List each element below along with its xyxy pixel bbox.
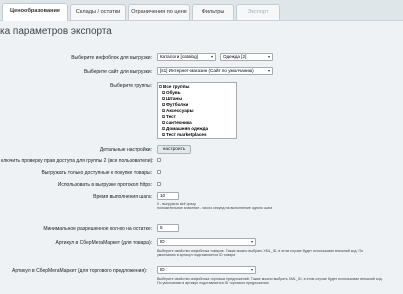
groups-tree[interactable]: Все группы +Обувь +Штаны +Футболки +Аксе… bbox=[157, 82, 237, 139]
article-product-value: ID bbox=[160, 239, 165, 244]
expand-icon[interactable]: + bbox=[162, 91, 165, 95]
expand-icon bbox=[159, 85, 162, 89]
step-time-note-2: положительное значение - число секунд на… bbox=[157, 206, 273, 210]
expand-icon[interactable]: + bbox=[162, 121, 165, 125]
only-available-checkbox[interactable] bbox=[157, 170, 161, 174]
min-stock-label: Минимальное разрешенное кол-во на остатк… bbox=[43, 226, 152, 232]
tab-export: Экспорт bbox=[236, 4, 280, 20]
access-check-label: ключить проверку прав доступа для группы… bbox=[1, 158, 154, 164]
expand-icon[interactable]: + bbox=[162, 115, 165, 119]
expand-icon[interactable]: + bbox=[162, 127, 165, 131]
tree-item[interactable]: +Штаны bbox=[162, 96, 182, 101]
tab-filters[interactable]: Фильтры bbox=[192, 4, 234, 20]
article-offer-select[interactable]: ID ▾ bbox=[157, 266, 256, 274]
site-label: Выберите сайт для выгрузки: bbox=[83, 69, 152, 75]
chevron-down-icon: ▾ bbox=[210, 54, 213, 59]
https-checkbox[interactable] bbox=[157, 182, 161, 186]
tree-item[interactable]: +Тест bbox=[162, 114, 176, 119]
site-value: [s1] Интернет-магазин (Сайт по умолчанию… bbox=[160, 68, 254, 73]
expand-icon[interactable]: + bbox=[162, 97, 165, 101]
configure-button[interactable]: настроить bbox=[157, 145, 191, 154]
page-title: ка параметров экспорта bbox=[0, 26, 112, 37]
article-offer-value: ID bbox=[160, 267, 165, 272]
https-label: Использовать в выгрузке протокол https: bbox=[57, 182, 152, 188]
iblock-type-value: Каталоги [catalog] bbox=[160, 54, 198, 59]
min-stock-input[interactable]: 5 bbox=[157, 224, 179, 232]
expand-icon[interactable]: + bbox=[162, 133, 165, 137]
article-offer-note-2: По умолчанию в артикул подставляется ID … bbox=[157, 281, 269, 285]
groups-label: Выберите группы: bbox=[110, 83, 152, 89]
tab-bar: Ценообразование Склады / остатки Огранич… bbox=[0, 0, 403, 21]
site-select[interactable]: [s1] Интернет-магазин (Сайт по умолчанию… bbox=[157, 67, 273, 75]
step-time-input[interactable]: 10 bbox=[157, 192, 179, 200]
only-available-label: Выгружать только доступные к покупке тов… bbox=[41, 170, 152, 176]
chevron-down-icon: ▾ bbox=[250, 267, 253, 272]
chevron-down-icon: ▾ bbox=[267, 68, 270, 73]
chevron-down-icon: ▾ bbox=[267, 54, 270, 59]
detail-settings-label: Детальные настройки: bbox=[99, 147, 152, 153]
chevron-down-icon: ▾ bbox=[250, 239, 253, 244]
iblock-value: Одежда [2] bbox=[223, 54, 247, 59]
iblock-type-select[interactable]: Каталоги [catalog] ▾ bbox=[157, 53, 216, 61]
tree-item[interactable]: +Футболки bbox=[162, 102, 188, 107]
article-product-note-2: умолчанию в артикул подставляется ID тов… bbox=[157, 253, 236, 257]
tab-warehouses[interactable]: Склады / остатки bbox=[70, 4, 126, 20]
tab-price-limits[interactable]: Ограничения по цене bbox=[128, 4, 190, 20]
article-product-label: Артикул в СберМегаМаркет (для товара): bbox=[55, 240, 152, 246]
tree-item[interactable]: +сантехника bbox=[162, 120, 192, 125]
tree-item[interactable]: +Обувь bbox=[162, 90, 181, 95]
step-time-label: Время выполнения шага: bbox=[93, 194, 152, 200]
iblock-label: Выберите инфоблок для выгрузки: bbox=[71, 55, 152, 61]
tree-item[interactable]: +Домашняя одежда bbox=[162, 126, 208, 131]
expand-icon[interactable]: + bbox=[162, 109, 165, 113]
tree-item[interactable]: Все группы bbox=[159, 84, 189, 89]
access-check-checkbox[interactable] bbox=[157, 158, 161, 162]
tree-item[interactable]: +Тест marketplaces bbox=[162, 132, 207, 137]
article-offer-label: Артикул в СберМегаМаркет (для торгового … bbox=[12, 268, 148, 274]
expand-icon[interactable]: + bbox=[162, 103, 165, 107]
tree-item[interactable]: +Аксессуары bbox=[162, 108, 194, 113]
iblock-select[interactable]: Одежда [2] ▾ bbox=[220, 53, 273, 61]
tab-pricing[interactable]: Ценообразование bbox=[2, 3, 68, 21]
article-product-select[interactable]: ID ▾ bbox=[157, 238, 256, 246]
